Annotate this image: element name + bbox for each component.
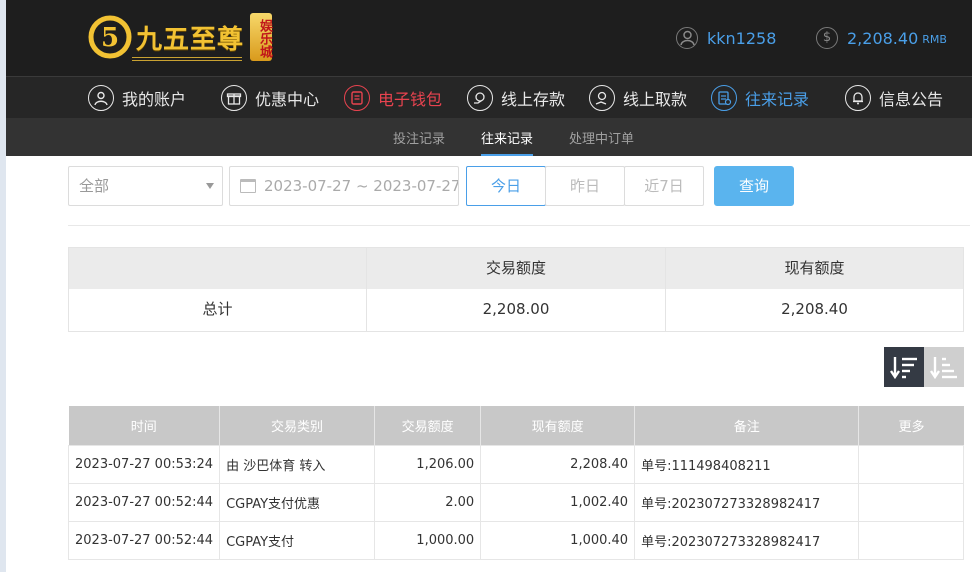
logo-badge: 娱乐城 — [250, 13, 273, 61]
table-header-row: 时间 交易类别 交易额度 现有额度 备注 更多 — [68, 406, 964, 445]
column-header-memo[interactable]: 备注 — [634, 406, 860, 445]
cell-type: 由 沙巴体育 转入 — [219, 444, 375, 484]
main-nav: 我的账户 优惠中心 电子钱包 线上存款 线上取款 往来记录 信息公告 — [6, 76, 972, 118]
nav-item-account[interactable]: 我的账户 — [88, 83, 186, 113]
today-button[interactable]: 今日 — [466, 166, 546, 206]
deposit-icon — [467, 85, 493, 111]
cell-memo: 单号:202307273328982417 — [634, 482, 860, 522]
sort-descending-button[interactable] — [884, 347, 924, 387]
nav-item-wallet[interactable]: 电子钱包 — [344, 83, 442, 113]
column-header-time[interactable]: 时间 — [68, 406, 221, 445]
transaction-type-select[interactable]: 全部 — [68, 166, 223, 206]
nav-label: 电子钱包 — [378, 90, 443, 109]
sort-ascending-button[interactable] — [924, 347, 964, 387]
nav-label: 信息公告 — [879, 90, 944, 109]
nav-item-withdraw[interactable]: 线上取款 — [589, 83, 687, 113]
summary-transaction-total: 2,208.00 — [367, 289, 666, 331]
date-range-value: 2023-07-27 ~ 2023-07-27 — [264, 177, 459, 195]
nav-label: 线上存款 — [501, 90, 566, 109]
nav-item-records[interactable]: 往来记录 — [711, 83, 809, 113]
column-header-more[interactable]: 更多 — [858, 406, 964, 445]
nav-label: 优惠中心 — [255, 90, 320, 109]
cell-type: CGPAY支付 — [219, 520, 375, 560]
summary-header-cell: 现有额度 — [784, 259, 845, 277]
table-row: 2023-07-27 00:52:44 CGPAY支付 1,000.00 1,0… — [67, 520, 964, 560]
summary-header-cell — [69, 248, 367, 289]
tab-bet-records[interactable]: 投注记录 — [393, 128, 445, 156]
top-header: 5 九五至尊 娱乐城 kkn1258 $ 2,208.40 RMB — [6, 0, 972, 76]
logo-mark-icon: 5 — [88, 15, 132, 59]
table-row: 2023-07-27 00:53:24 由 沙巴体育 转入 1,206.00 2… — [67, 444, 964, 484]
cell-memo: 单号:202307273328982417 — [634, 520, 860, 560]
column-header-amount[interactable]: 交易额度 — [374, 406, 482, 445]
summary-header-cell: 交易额度 — [367, 248, 666, 289]
table-row: 2023-07-27 00:52:44 CGPAY支付优惠 2.00 1,002… — [67, 482, 964, 522]
bell-icon — [845, 85, 871, 111]
cell-amount: 1,000.00 — [373, 520, 482, 560]
user-avatar-icon — [676, 27, 698, 49]
nav-item-announcements[interactable]: 信息公告 — [845, 83, 943, 113]
cell-time: 2023-07-27 00:52:44 — [67, 520, 221, 560]
cell-balance: 1,002.40 — [480, 482, 636, 522]
nav-item-deposit[interactable]: 线上存款 — [467, 83, 565, 113]
gift-icon — [221, 85, 247, 111]
sub-nav: 投注记录 往来记录 处理中订单 — [6, 118, 972, 156]
summary-header-row: 交易额度 现有额度 — [69, 248, 963, 289]
app-window: 5 九五至尊 娱乐城 kkn1258 $ 2,208.40 RMB 我的账户 优… — [6, 0, 972, 572]
summary-current-balance: 2,208.40 — [781, 300, 848, 318]
balance-unit: RMB — [922, 33, 947, 46]
dollar-icon: $ — [816, 27, 838, 49]
nav-item-promotions[interactable]: 优惠中心 — [221, 83, 319, 113]
select-value: 全部 — [79, 177, 110, 195]
sort-descending-icon — [890, 357, 917, 380]
tab-pending-orders[interactable]: 处理中订单 — [569, 128, 634, 156]
cell-amount: 2.00 — [373, 482, 482, 522]
nav-label: 往来记录 — [745, 90, 810, 109]
cell-balance: 1,000.40 — [480, 520, 636, 560]
logo-ornament — [132, 57, 242, 61]
divider — [68, 225, 970, 226]
logo-glyph: 5 — [101, 23, 119, 53]
logo-text: 九五至尊 — [136, 24, 245, 55]
column-header-type[interactable]: 交易类别 — [219, 406, 375, 445]
summary-total-row: 总计 2,208.00 2,208.40 — [69, 289, 963, 331]
cell-amount: 1,206.00 — [373, 444, 482, 484]
balance-display[interactable]: $ 2,208.40 RMB — [816, 27, 947, 49]
query-button[interactable]: 查询 — [714, 166, 794, 206]
sort-ascending-icon — [930, 357, 957, 380]
cell-more[interactable] — [858, 482, 964, 522]
records-icon — [711, 85, 737, 111]
cell-more[interactable] — [858, 520, 964, 560]
records-table: 时间 交易类别 交易额度 现有额度 备注 更多 2023-07-27 00:53… — [67, 406, 964, 560]
cell-balance: 2,208.40 — [480, 444, 636, 484]
withdraw-icon — [589, 85, 615, 111]
summary-table: 交易额度 现有额度 总计 2,208.00 2,208.40 — [68, 247, 964, 332]
column-header-balance[interactable]: 现有额度 — [480, 406, 636, 445]
chevron-down-icon — [206, 183, 214, 189]
user-icon — [88, 85, 114, 111]
calendar-icon — [240, 179, 256, 193]
user-account-link[interactable]: kkn1258 — [676, 27, 776, 49]
cell-memo: 单号:111498408211 — [634, 444, 860, 484]
site-logo[interactable]: 5 九五至尊 娱乐城 — [88, 11, 273, 63]
summary-total-label: 总计 — [69, 289, 367, 331]
wallet-icon — [344, 85, 370, 111]
nav-label: 我的账户 — [122, 90, 187, 109]
cell-type: CGPAY支付优惠 — [219, 482, 375, 522]
username-text: kkn1258 — [707, 28, 777, 48]
yesterday-button[interactable]: 昨日 — [545, 166, 625, 206]
cell-more[interactable] — [858, 444, 964, 484]
balance-amount: 2,208.40 — [847, 28, 919, 48]
date-range-input[interactable]: 2023-07-27 ~ 2023-07-27 — [229, 166, 459, 206]
cell-time: 2023-07-27 00:53:24 — [67, 444, 221, 484]
tab-transaction-records[interactable]: 往来记录 — [481, 128, 534, 156]
last-7-days-button[interactable]: 近7日 — [624, 166, 704, 206]
cell-time: 2023-07-27 00:52:44 — [67, 482, 221, 522]
nav-label: 线上取款 — [623, 90, 688, 109]
